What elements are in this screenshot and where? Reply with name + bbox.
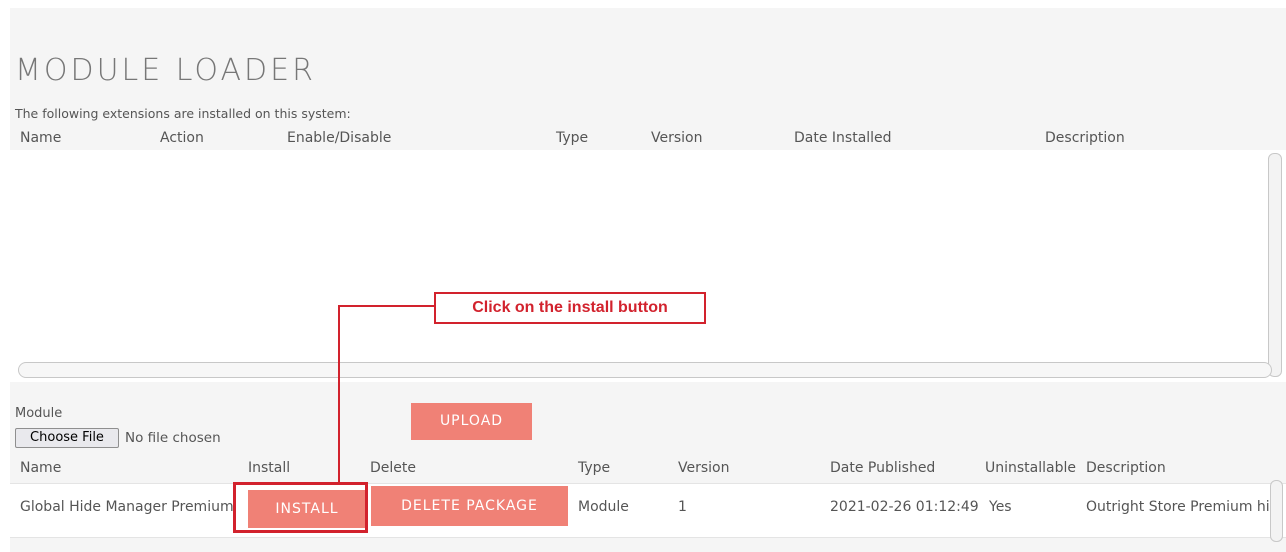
package-type: Module <box>578 499 629 515</box>
col-header-name: Name <box>20 130 62 146</box>
install-button-highlight <box>233 482 368 533</box>
col-header-description: Description <box>1086 460 1166 476</box>
col-header-action: Action <box>160 130 204 146</box>
installed-horizontal-scrollbar[interactable] <box>18 362 1272 378</box>
installed-subtitle: The following extensions are installed o… <box>15 106 351 121</box>
col-header-delete: Delete <box>370 460 416 476</box>
col-header-type: Type <box>578 460 611 476</box>
annotation-connector-horizontal <box>338 305 434 307</box>
col-header-enable-disable: Enable/Disable <box>287 130 392 146</box>
col-header-date-published: Date Published <box>830 460 936 476</box>
packages-vertical-scrollbar[interactable] <box>1270 480 1283 542</box>
choose-file-button[interactable]: Choose File <box>15 428 119 448</box>
col-header-name: Name <box>20 460 62 476</box>
col-header-date-installed: Date Installed <box>794 130 892 146</box>
module-label: Module <box>15 406 63 421</box>
no-file-chosen-text: No file chosen <box>125 430 221 446</box>
col-header-description: Description <box>1045 130 1125 146</box>
package-date-published: 2021-02-26 01:12:49 <box>830 499 979 515</box>
installed-extensions-list <box>10 150 1286 382</box>
col-header-uninstallable: Uninstallable <box>985 460 1076 476</box>
package-uninstallable: Yes <box>989 499 1012 515</box>
package-name: Global Hide Manager Premium <box>20 499 234 515</box>
delete-package-button[interactable]: DELETE PACKAGE <box>371 486 568 526</box>
package-version: 1 <box>678 499 687 515</box>
annotation-callout: Click on the install button <box>434 292 706 324</box>
page-title: MODULE LOADER <box>15 53 316 88</box>
col-header-type: Type <box>556 130 589 146</box>
col-header-version: Version <box>678 460 730 476</box>
upload-button[interactable]: UPLOAD <box>411 403 532 440</box>
installed-vertical-scrollbar[interactable] <box>1268 153 1282 377</box>
package-description: Outright Store Premium hi <box>1086 499 1269 515</box>
annotation-connector-vertical <box>338 305 340 485</box>
col-header-version: Version <box>651 130 703 146</box>
col-header-install: Install <box>248 460 291 476</box>
